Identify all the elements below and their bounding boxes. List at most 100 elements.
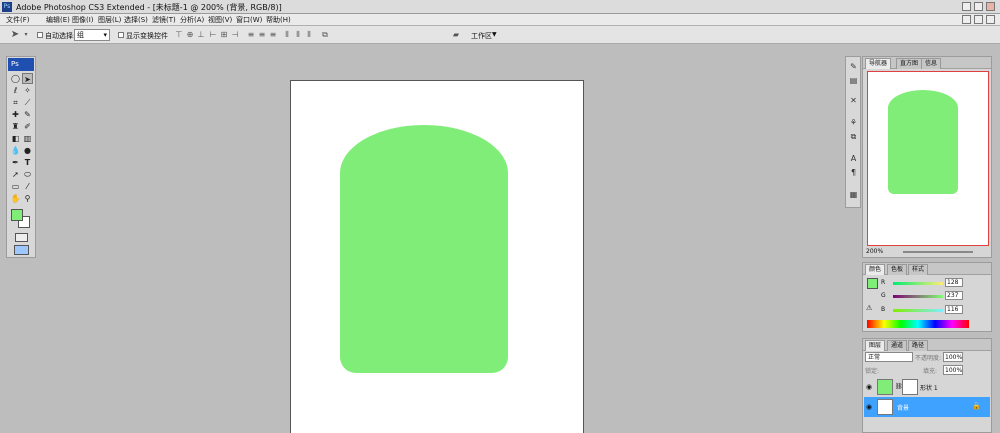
tab-styles[interactable]: 样式: [908, 264, 929, 275]
notes-icon[interactable]: ▭: [10, 181, 21, 192]
chevron-down-icon[interactable]: ▼: [492, 31, 497, 38]
g-slider[interactable]: [893, 295, 943, 298]
menu-view[interactable]: 视图(V): [208, 15, 232, 25]
g-value[interactable]: 237: [945, 291, 963, 300]
color-spectrum-bar[interactable]: [867, 320, 969, 328]
tools-icon[interactable]: ✕: [848, 95, 859, 106]
b-slider[interactable]: [893, 309, 943, 312]
eye-icon[interactable]: ◉: [866, 403, 872, 411]
tool-presets-icon[interactable]: ▤: [848, 75, 859, 86]
menu-help[interactable]: 帮助(H): [266, 15, 291, 25]
tab-paths[interactable]: 路径: [908, 340, 929, 351]
tab-layers[interactable]: 图层: [865, 340, 886, 351]
menu-filter[interactable]: 滤镜(T): [152, 15, 176, 25]
chevron-down-icon[interactable]: ▾: [21, 30, 31, 39]
blend-mode-dropdown[interactable]: 正常: [865, 352, 913, 362]
crop-icon[interactable]: ⌗: [10, 97, 21, 108]
tab-info[interactable]: 信息: [921, 58, 942, 69]
shape-icon[interactable]: ⬭: [22, 169, 33, 180]
align-hcenter-icon[interactable]: ⊞: [219, 30, 229, 39]
eyedropper-icon[interactable]: ⁄: [22, 181, 33, 192]
menu-select[interactable]: 选择(S): [124, 15, 148, 25]
align-vcenter-icon[interactable]: ⊕: [185, 30, 195, 39]
quick-mask-button[interactable]: [15, 233, 28, 242]
character-icon[interactable]: A: [848, 153, 859, 164]
dodge-icon[interactable]: ●: [22, 145, 33, 156]
tab-channels[interactable]: 通道: [887, 340, 908, 351]
eraser-icon[interactable]: ◧: [10, 133, 21, 144]
distribute-vcenter-icon[interactable]: ≡: [257, 30, 267, 39]
distribute-top-icon[interactable]: ≡: [246, 30, 256, 39]
distribute-left-icon[interactable]: ⦀: [282, 30, 292, 39]
hand-icon[interactable]: ✋: [10, 193, 21, 204]
layers-panel: 图层 通道 路径 正常 不透明度: 100% 锁定: 填充: 100% ◉ ⛓ …: [862, 338, 992, 433]
pen-icon[interactable]: ✒: [10, 157, 21, 168]
menu-layer[interactable]: 图层(L): [98, 15, 121, 25]
zoom-icon[interactable]: ⚲: [22, 193, 33, 204]
move-tool-preset-icon[interactable]: ➤: [10, 30, 20, 40]
align-left-icon[interactable]: ⊢: [208, 30, 218, 39]
doc-close-button[interactable]: [986, 15, 995, 24]
menu-file[interactable]: 文件(F): [6, 15, 30, 25]
tab-histogram[interactable]: 直方图: [896, 58, 923, 69]
align-top-icon[interactable]: ⊤: [174, 30, 184, 39]
brush-icon[interactable]: ✎: [22, 109, 33, 120]
foreground-color-swatch[interactable]: [11, 209, 23, 221]
eye-icon[interactable]: ◉: [866, 383, 872, 391]
blur-icon[interactable]: 💧: [10, 145, 21, 156]
menu-analysis[interactable]: 分析(A): [180, 15, 204, 25]
actions-icon[interactable]: ▦: [848, 189, 859, 200]
workspace-icon[interactable]: ▰: [449, 30, 463, 39]
layer-comps-icon[interactable]: ⧉: [848, 131, 859, 142]
doc-restore-button[interactable]: [974, 15, 983, 24]
show-transform-checkbox[interactable]: [118, 32, 124, 38]
screen-mode-button[interactable]: [14, 245, 29, 255]
menu-edit[interactable]: 编辑(E): [46, 15, 70, 25]
distribute-bottom-icon[interactable]: ≡: [268, 30, 278, 39]
align-right-icon[interactable]: ⊣: [230, 30, 240, 39]
auto-select-dropdown[interactable]: 组 ▾: [74, 29, 110, 41]
r-value[interactable]: 128: [945, 278, 963, 287]
distribute-right-icon[interactable]: ⦀: [304, 30, 314, 39]
fill-value[interactable]: 100%: [943, 365, 963, 375]
navigator-zoom-slider[interactable]: [903, 251, 973, 253]
move-icon[interactable]: ➤: [22, 73, 33, 84]
history-brush-icon[interactable]: ✐: [22, 121, 33, 132]
navigator-zoom-value[interactable]: 200%: [866, 248, 883, 255]
tab-navigator[interactable]: 导航器: [865, 58, 892, 69]
magic-wand-icon[interactable]: ✧: [22, 85, 33, 96]
clone-source-icon[interactable]: ⚘: [848, 117, 859, 128]
close-button[interactable]: [986, 2, 995, 11]
paragraph-icon[interactable]: ¶: [848, 167, 859, 178]
lasso-icon[interactable]: ℓ: [10, 85, 21, 96]
path-select-icon[interactable]: ➚: [10, 169, 21, 180]
healing-icon[interactable]: ✚: [10, 109, 21, 120]
align-bottom-icon[interactable]: ⊥: [196, 30, 206, 39]
r-slider[interactable]: [893, 282, 943, 285]
doc-minimize-button[interactable]: [962, 15, 971, 24]
layer-row-background[interactable]: ◉ 背景 🔒: [864, 397, 990, 417]
menu-image[interactable]: 图像(I): [72, 15, 94, 25]
layer-row-shape[interactable]: ◉ ⛓ 形状 1: [864, 377, 990, 397]
navigator-preview[interactable]: [867, 71, 989, 246]
green-rounded-shape[interactable]: [340, 125, 508, 373]
type-icon[interactable]: T: [22, 157, 33, 168]
gradient-icon[interactable]: ▥: [22, 133, 33, 144]
auto-align-icon[interactable]: ⧉: [320, 30, 330, 39]
minimize-button[interactable]: [962, 2, 971, 11]
marquee-icon[interactable]: ◯: [10, 73, 21, 84]
stamp-icon[interactable]: ♜: [10, 121, 21, 132]
distribute-hcenter-icon[interactable]: ⦀: [293, 30, 303, 39]
maximize-button[interactable]: [974, 2, 983, 11]
b-value[interactable]: 116: [945, 305, 963, 314]
opacity-value[interactable]: 100%: [943, 352, 963, 362]
menu-window[interactable]: 窗口(W): [236, 15, 262, 25]
tab-swatches[interactable]: 色板: [887, 264, 908, 275]
auto-select-checkbox[interactable]: [37, 32, 43, 38]
slice-icon[interactable]: ⟋: [22, 97, 33, 108]
brushes-icon[interactable]: ✎: [848, 61, 859, 72]
tab-color[interactable]: 颜色: [865, 264, 886, 275]
layer-thumbnail: [877, 379, 893, 395]
color-foreground-swatch[interactable]: [867, 278, 878, 289]
workspace-label[interactable]: 工作区: [471, 31, 492, 41]
